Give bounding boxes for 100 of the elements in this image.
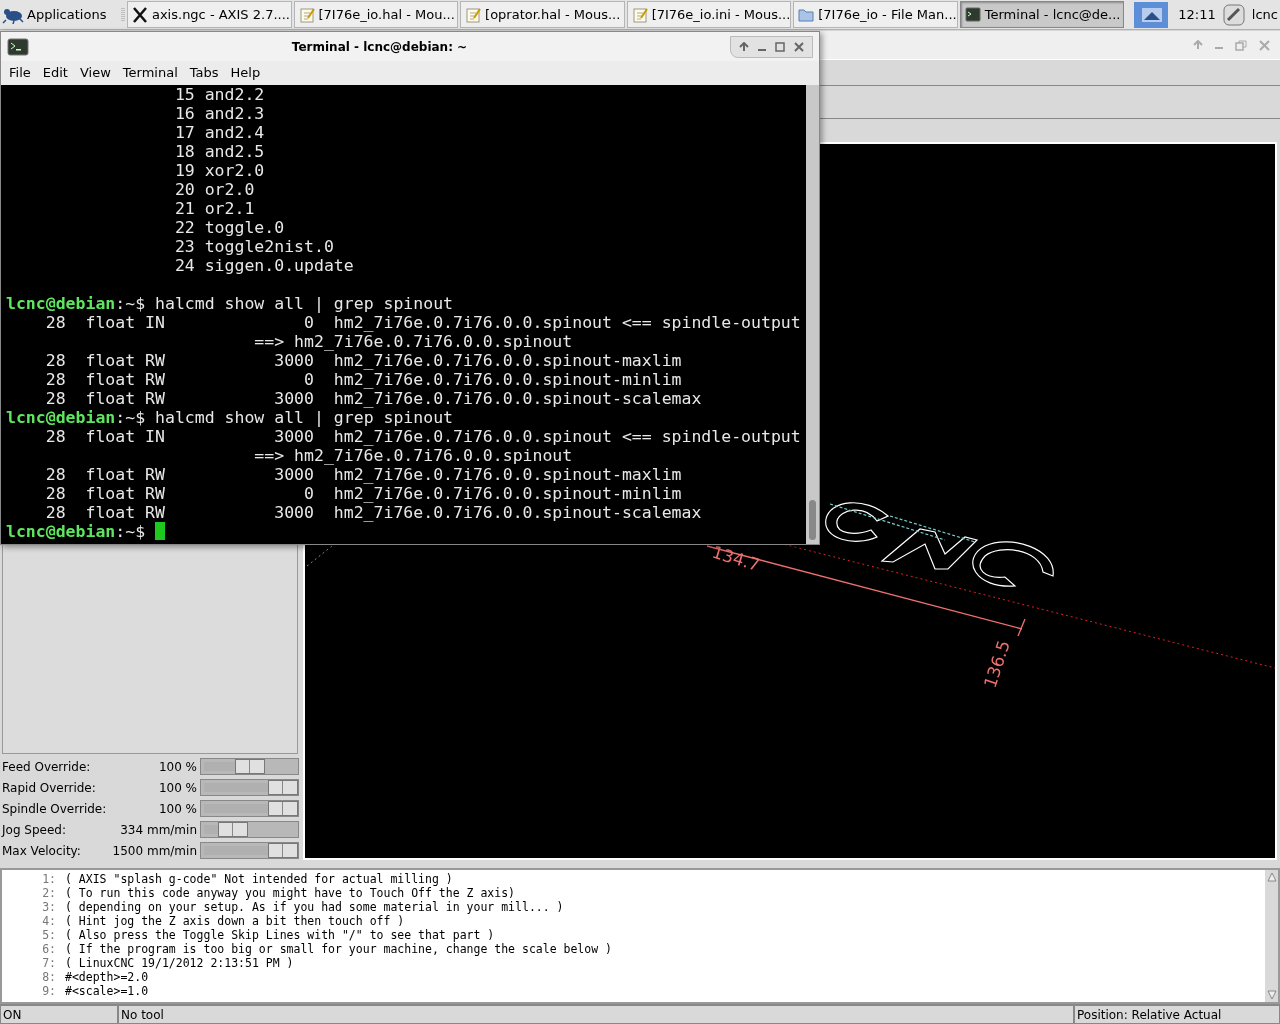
taskbar-button[interactable]: [oprator.hal - Mous...: [460, 1, 625, 28]
terminal-output-line: 20 or2.0: [173, 180, 255, 199]
terminal-icon[interactable]: [7, 37, 29, 56]
menu-item[interactable]: Tabs: [185, 63, 223, 83]
arrow-up-icon[interactable]: [1193, 40, 1203, 50]
scrollbar[interactable]: [1265, 870, 1278, 1002]
slider-value: 100 %: [157, 800, 197, 818]
terminal-output-line: ==> hm2_7i76e.0.7i76.0.0.spinout: [253, 446, 573, 465]
prompt-user: lcnc@debian: [6, 408, 116, 427]
terminal-output-line: 21 or2.1: [173, 199, 255, 218]
code-line: ( depending on your setup. As if you had some material in your mill... ): [65, 900, 564, 914]
code-line: ( If the program is too big or small for your machine, change the scale below ): [65, 942, 612, 956]
taskbar-button[interactable]: axis.ngc - AXIS 2.7....: [126, 1, 292, 28]
slider-label: Rapid Override:: [2, 779, 97, 797]
notepad-icon: [465, 5, 482, 24]
terminal-output-line: 15 and2.2: [173, 85, 265, 104]
slider-track[interactable]: [200, 821, 299, 838]
slider-thumb[interactable]: [268, 801, 298, 816]
terminal-output-line: ==> hm2_7i76e.0.7i76.0.0.spinout: [253, 332, 573, 351]
menu-item[interactable]: File: [5, 63, 35, 83]
slider-thumb[interactable]: [268, 843, 298, 858]
line-number: 8:: [41, 970, 56, 984]
terminal-output-line: 28 float RW 0 hm2_7i76e.0.7i76.0.0.spinout-minlim: [44, 370, 682, 389]
line-number: 4:: [41, 914, 56, 928]
prompt-user: lcnc@debian: [6, 522, 116, 541]
terminal-output-line: 28 float RW 3000 hm2_7i76e.0.7i76.0.0.spinout-scalemax: [44, 503, 702, 522]
maximize-icon[interactable]: [1235, 39, 1247, 51]
slider-label: Max Velocity:: [2, 842, 82, 860]
slider-thumb[interactable]: [268, 780, 298, 795]
code-line: ( AXIS "splash g-code" Not intended for actual milling ): [65, 872, 453, 886]
maximize-icon[interactable]: [775, 41, 785, 52]
terminal-output-line: 19 xor2.0: [173, 161, 265, 180]
terminal-output-line: 16 and2.3: [173, 104, 265, 123]
slider-value: 100 %: [157, 758, 197, 776]
slider-track[interactable]: [200, 842, 299, 859]
terminal-output-line: 28 float IN 3000 hm2_7i76e.0.7i76.0.0.spinout <== spindle-output: [44, 427, 801, 446]
terminal-output-line: 28 float RW 3000 hm2_7i76e.0.7i76.0.0.spinout-scalemax: [44, 389, 702, 408]
slider-label: Spindle Override:: [2, 800, 108, 818]
status-field: ON: [0, 1005, 118, 1024]
dimension-label: 136.5: [979, 637, 1014, 691]
line-number: 5:: [41, 928, 56, 942]
applications-menu[interactable]: Applications: [2, 1, 119, 28]
code-line: ( LinuxCNC 19/1/2012 2:13:51 PM ): [65, 956, 294, 970]
tray-icon[interactable]: [1221, 2, 1246, 27]
close-icon[interactable]: [794, 41, 804, 52]
slider-value: 100 %: [157, 779, 197, 797]
code-line: ( Also press the Toggle Skip Lines with "/" to see that part ): [65, 928, 495, 942]
command-line: :~$ halcmd show all | grep spinout: [115, 408, 454, 427]
notepad-icon: [631, 5, 648, 24]
terminal-output-line: 23 toggle2nist.0: [173, 237, 334, 256]
workspace-icon[interactable]: [1134, 1, 1169, 28]
scroll-up-icon[interactable]: [1266, 872, 1277, 882]
scrollbar-thumb[interactable]: [809, 500, 816, 540]
slider-track[interactable]: [200, 800, 299, 817]
taskbar-button[interactable]: Terminal - lcnc@de...: [959, 1, 1125, 28]
arrow-up-icon[interactable]: [739, 41, 749, 52]
taskbar-button[interactable]: [7I76e_io.ini - Mous...: [626, 1, 792, 28]
menu-item[interactable]: Terminal: [118, 63, 182, 83]
prompt-user: lcnc@debian: [6, 294, 116, 313]
scroll-down-icon[interactable]: [1266, 990, 1277, 1000]
terminal-icon: [964, 5, 981, 24]
terminal-output-line: 28 float IN 0 hm2_7i76e.0.7i76.0.0.spinout <== spindle-output: [44, 313, 801, 332]
close-icon[interactable]: [1259, 39, 1270, 51]
taskbar-button[interactable]: [7I76e_io.hal - Mou...: [293, 1, 459, 28]
line-number: 1:: [41, 872, 56, 886]
scrollbar[interactable]: [806, 85, 819, 544]
notepad-icon: [298, 5, 315, 24]
slider-value: 334 mm/min: [119, 821, 197, 839]
line-number: 7:: [41, 956, 56, 970]
code-line: #<depth>=2.0: [65, 970, 149, 984]
code-line: ( Hint jog the Z axis down a bit then touch off ): [65, 914, 405, 928]
code-line: #<scale>=1.0: [65, 984, 149, 998]
dimension-label: 134.7: [709, 541, 763, 576]
menu-item[interactable]: View: [75, 63, 115, 83]
slider-thumb[interactable]: [217, 822, 248, 837]
terminal-output-line: 28 float RW 0 hm2_7i76e.0.7i76.0.0.spinout-minlim: [44, 484, 682, 503]
code-line: ( To run this code anyway you might have to Touch Off the Z axis): [65, 886, 516, 900]
menu-item[interactable]: Edit: [38, 63, 72, 83]
taskbar-button[interactable]: [7I76e_io - File Man...: [793, 1, 958, 28]
slider-track[interactable]: [200, 779, 299, 796]
terminal-output-line: 28 float RW 3000 hm2_7i76e.0.7i76.0.0.spinout-maxlim: [44, 351, 682, 370]
slider-value: 1500 mm/min: [111, 842, 197, 860]
slider-label: Jog Speed:: [2, 821, 67, 839]
terminal-output-line: 17 and2.4: [173, 123, 265, 142]
line-number: 2:: [41, 886, 56, 900]
line-number: 3:: [41, 900, 56, 914]
status-field: Position: Relative Actual: [1074, 1005, 1280, 1024]
slider-label: Feed Override:: [2, 758, 92, 776]
line-number: 6:: [41, 942, 56, 956]
status-field: No tool: [118, 1005, 1074, 1024]
terminal-output-line: 18 and2.5: [173, 142, 265, 161]
window-title: Terminal - lcnc@debian: ~: [290, 38, 469, 56]
slider-thumb[interactable]: [234, 759, 265, 774]
menu-item[interactable]: Help: [226, 63, 265, 83]
slider-track[interactable]: [200, 758, 299, 775]
terminal-output-line: 22 toggle.0: [173, 218, 285, 237]
terminal-output-line: 24 siggen.0.update: [173, 256, 354, 275]
x-logo-icon: [131, 5, 148, 24]
handle-icon: [120, 5, 125, 24]
clock: 12:11: [1178, 5, 1216, 24]
